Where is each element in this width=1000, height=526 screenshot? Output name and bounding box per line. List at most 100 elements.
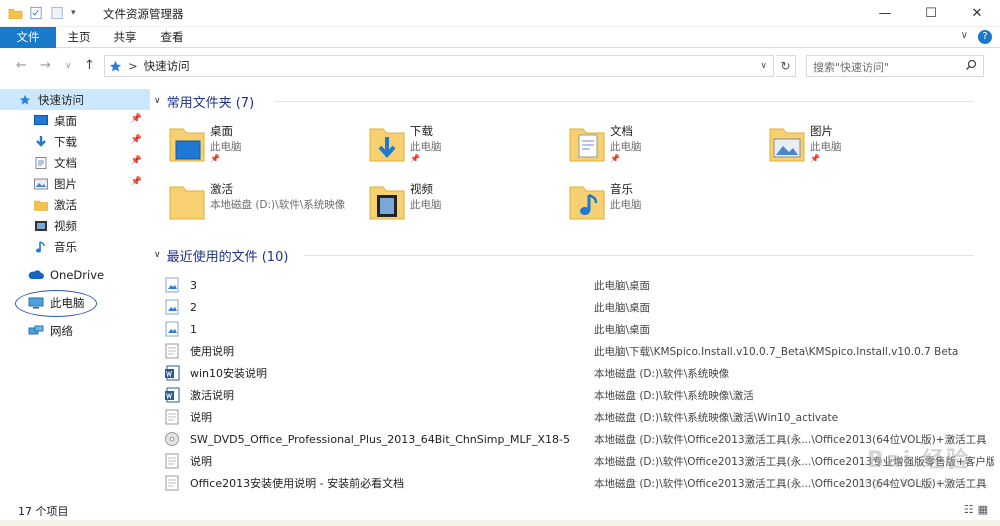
file-name: 说明 [190, 411, 212, 424]
content-pane: ∨ 常用文件夹 (7) 桌面 此电脑 📌 下载 此电脑 📌 文档 此电脑 📌 图… [150, 85, 1000, 497]
forward-button[interactable]: → [40, 58, 51, 73]
folder-name: 桌面 [210, 124, 233, 138]
tab-file[interactable]: 文件 [0, 27, 56, 48]
pin-icon[interactable]: 📌 [131, 156, 142, 166]
folder-tile-documents[interactable]: 文档 此电脑 📌 [550, 121, 750, 171]
list-item[interactable]: 1 此电脑\桌面 [164, 318, 994, 340]
recent-locations-icon[interactable]: ∨ [65, 61, 72, 71]
pin-icon[interactable]: 📌 [131, 135, 142, 145]
pin-icon: 📌 [610, 154, 620, 163]
new-folder-icon[interactable] [50, 6, 65, 20]
file-location: 本地磁盘 (D:)\软件\系统映像 [594, 367, 730, 380]
sidebar-item-label: 桌面 [54, 113, 77, 128]
folder-name: 音乐 [610, 182, 633, 196]
sidebar-item-downloads[interactable]: 下载 📌 [0, 131, 150, 152]
file-name: 说明 [190, 455, 212, 468]
frequent-folders-header[interactable]: ∨ 常用文件夹 (7) [154, 91, 994, 111]
file-name: win10安装说明 [190, 367, 268, 380]
help-icon[interactable]: ? [978, 30, 992, 44]
folder-tile-downloads[interactable]: 下载 此电脑 📌 [350, 121, 550, 171]
customize-toolbar-icon[interactable]: ▾ [71, 8, 76, 18]
address-row: ← → ∨ ↑ > 快速访问 ∨ ↻ 搜索"快速访问" [0, 49, 1000, 83]
folder-location: 此电脑 [810, 141, 842, 153]
list-item[interactable]: 3 此电脑\桌面 [164, 274, 994, 296]
list-item[interactable]: win10安装说明 本地磁盘 (D:)\软件\系统映像 [164, 362, 994, 384]
desktop-icon [34, 114, 48, 125]
folder-tile-pictures[interactable]: 图片 此电脑 📌 [750, 121, 950, 171]
address-dropdown-icon[interactable]: ∨ [760, 61, 767, 71]
network-icon [28, 325, 44, 334]
text-file-icon [164, 475, 180, 491]
sidebar-item-documents[interactable]: 文档 📌 [0, 152, 150, 173]
large-icons-view-icon[interactable]: ▦ [978, 503, 988, 516]
refresh-button[interactable]: ↻ [776, 55, 796, 77]
music-folder-icon [569, 186, 605, 220]
download-icon [36, 135, 46, 147]
file-location: 本地磁盘 (D:)\软件\系统映像\激活\Win10_activate [594, 411, 839, 424]
details-view-icon[interactable]: ☷ [964, 503, 974, 516]
ribbon-tabs: 文件 主页 共享 查看 ∨ ? [0, 27, 1000, 48]
folder-tile-activate[interactable]: 激活 本地磁盘 (D:)\软件\系统映像 [150, 179, 350, 229]
sidebar-item-videos[interactable]: 视频 [0, 215, 150, 236]
collapse-chevron-icon[interactable]: ∨ [154, 250, 161, 260]
folder-location: 此电脑 [610, 199, 642, 211]
picture-icon [34, 178, 48, 189]
watermark-url: jingyan.baidu.com [858, 476, 960, 489]
sidebar-item-pictures[interactable]: 图片 📌 [0, 173, 150, 194]
sidebar-item-label: 音乐 [54, 239, 77, 254]
list-item[interactable]: 激活说明 本地磁盘 (D:)\软件\系统映像\激活 [164, 384, 994, 406]
group-title: 最近使用的文件 (10) [166, 249, 289, 265]
tab-share[interactable]: 共享 [102, 27, 148, 48]
pin-icon: 📌 [810, 154, 820, 163]
item-count: 17 个项目 [18, 505, 69, 518]
window-controls: — ☐ ✕ [862, 0, 1000, 26]
back-button[interactable]: ← [16, 58, 27, 73]
tab-home[interactable]: 主页 [56, 27, 102, 48]
sidebar-item-onedrive[interactable]: OneDrive [0, 264, 150, 285]
folder-location: 本地磁盘 (D:)\软件\系统映像 [210, 199, 346, 211]
close-button[interactable]: ✕ [954, 0, 1000, 26]
folder-name: 下载 [410, 124, 433, 138]
folder-name: 视频 [410, 182, 433, 196]
file-name: 3 [190, 278, 197, 292]
sidebar-item-activate[interactable]: 激活 [0, 194, 150, 215]
desktop-folder-icon [169, 128, 205, 162]
folder-location: 此电脑 [410, 199, 442, 211]
properties-icon[interactable] [29, 6, 44, 20]
folder-tile-music[interactable]: 音乐 此电脑 [550, 179, 750, 229]
up-button[interactable]: ↑ [84, 58, 95, 73]
folder-tile-videos[interactable]: 视频 此电脑 [350, 179, 550, 229]
folder-name: 激活 [210, 182, 233, 196]
sidebar-item-desktop[interactable]: 桌面 📌 [0, 110, 150, 131]
sidebar-item-this-pc[interactable]: 此电脑 [0, 292, 150, 313]
pin-icon[interactable]: 📌 [131, 177, 142, 187]
list-item[interactable]: 说明 本地磁盘 (D:)\软件\系统映像\激活\Win10_activate [164, 406, 994, 428]
folder-location: 此电脑 [610, 141, 642, 153]
search-input[interactable]: 搜索"快速访问" [806, 55, 984, 77]
image-file-icon [164, 299, 180, 315]
breadcrumb-quick-access[interactable]: 快速访问 [144, 58, 190, 74]
list-item[interactable]: 使用说明 此电脑\下载\KMSpico.Install.v10.0.7_Beta\… [164, 340, 994, 362]
folder-tile-desktop[interactable]: 桌面 此电脑 📌 [150, 121, 350, 171]
recent-files-header[interactable]: ∨ 最近使用的文件 (10) [154, 245, 994, 265]
tab-view[interactable]: 查看 [148, 27, 196, 48]
sidebar-item-quick-access[interactable]: 快速访问 [0, 89, 150, 110]
video-icon [35, 220, 47, 231]
pin-icon: 📌 [210, 154, 220, 163]
file-name: 1 [190, 322, 197, 336]
videos-folder-icon [369, 186, 405, 220]
window-title: 文件资源管理器 [103, 7, 184, 21]
address-bar[interactable]: > 快速访问 ∨ [104, 55, 774, 77]
expand-ribbon-icon[interactable]: ∨ [961, 30, 968, 44]
minimize-button[interactable]: — [862, 0, 908, 26]
list-item[interactable]: 2 此电脑\桌面 [164, 296, 994, 318]
sidebar-item-network[interactable]: 网络 [0, 320, 150, 341]
sidebar-item-label: 图片 [54, 176, 77, 191]
sidebar-item-music[interactable]: 音乐 [0, 236, 150, 257]
search-placeholder: 搜索"快速访问" [813, 61, 890, 74]
pin-icon[interactable]: 📌 [131, 114, 142, 124]
collapse-chevron-icon[interactable]: ∨ [154, 96, 161, 106]
sidebar-item-label: 网络 [50, 323, 73, 338]
maximize-button[interactable]: ☐ [908, 0, 954, 26]
folder-icon[interactable] [8, 6, 23, 20]
